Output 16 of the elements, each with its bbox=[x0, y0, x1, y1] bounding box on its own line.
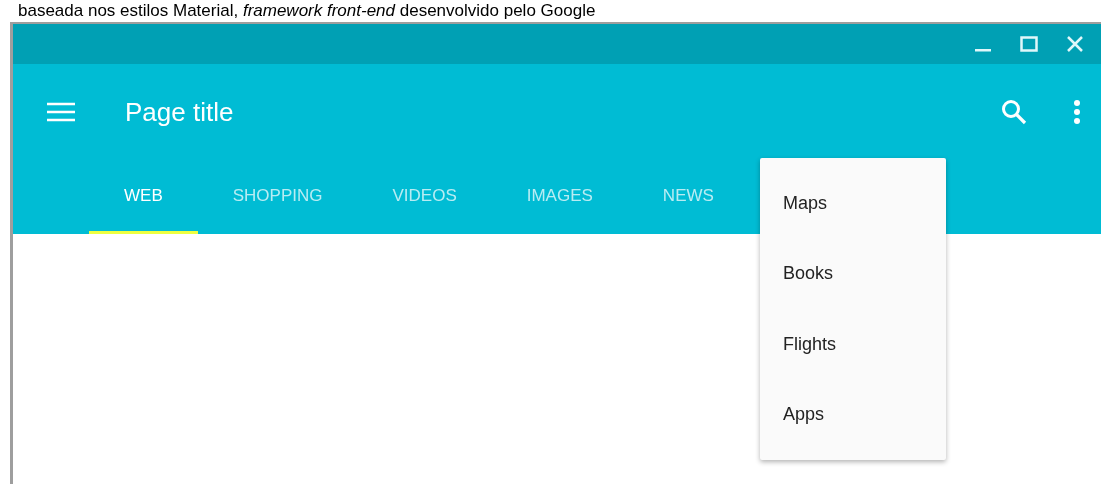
menu-item[interactable]: Books bbox=[760, 238, 946, 309]
menu-item[interactable]: Apps bbox=[760, 379, 946, 450]
menu-icon[interactable] bbox=[47, 102, 75, 122]
article-text: baseada nos estilos Material, framework front-end desenvolvido pelo Google bbox=[17, 0, 597, 22]
close-icon[interactable] bbox=[1065, 34, 1085, 54]
tab[interactable]: WEB bbox=[89, 164, 198, 234]
tab[interactable]: SHOPPING bbox=[197, 164, 358, 234]
menu-item[interactable]: Flights bbox=[760, 309, 946, 380]
tab[interactable]: VIDEOS bbox=[357, 164, 492, 234]
more-options-icon[interactable] bbox=[1073, 99, 1081, 125]
page-title: Page title bbox=[125, 96, 235, 128]
tab[interactable]: NEWS bbox=[627, 164, 749, 234]
search-icon[interactable] bbox=[1001, 99, 1027, 125]
menu-item[interactable]: Maps bbox=[760, 168, 946, 239]
tab[interactable]: IMAGES bbox=[491, 164, 628, 234]
maximize-icon[interactable] bbox=[1019, 34, 1039, 54]
